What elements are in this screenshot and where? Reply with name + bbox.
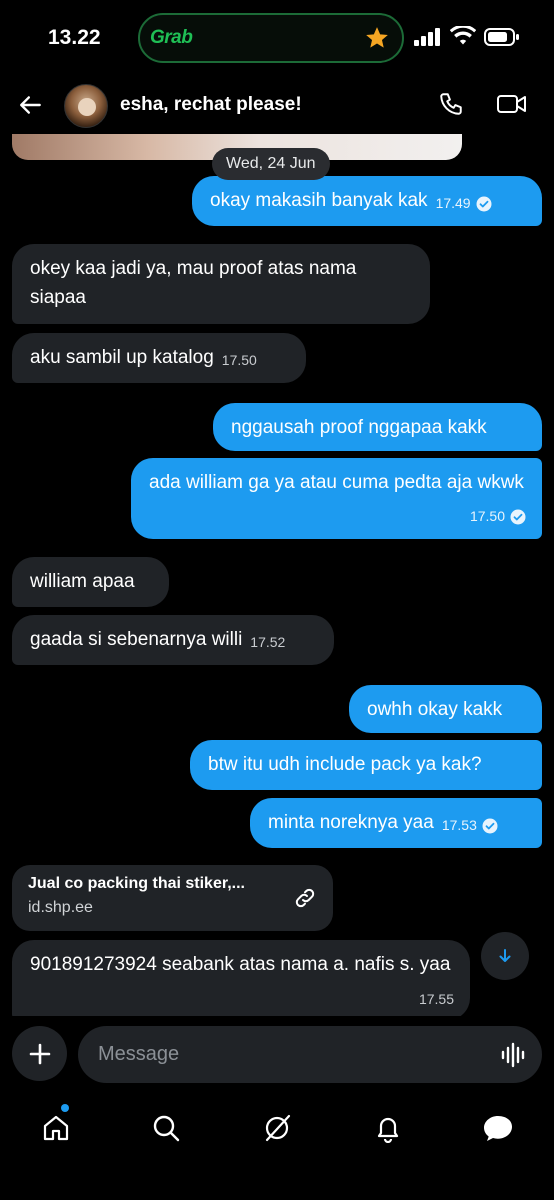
message-meta: 17.53 (442, 811, 498, 840)
message-time: 17.50 (469, 508, 505, 524)
link-preview-card[interactable]: Jual co packing thai stiker,... id.shp.e… (12, 865, 333, 931)
bell-icon (377, 1117, 399, 1143)
message-time: 17.55 (418, 991, 454, 1007)
home-icon (43, 1115, 69, 1141)
message-text: minta noreknya yaa (268, 812, 434, 833)
grok-icon (265, 1114, 291, 1142)
message-bubble-outgoing[interactable]: nggausah proof nggapaa kakk (213, 403, 542, 451)
phone-call-icon[interactable] (438, 91, 464, 117)
message-bubble-outgoing[interactable]: btw itu udh include pack ya kak? (190, 740, 542, 790)
back-arrow-icon[interactable] (18, 92, 44, 118)
bottom-tab-bar (0, 1096, 554, 1200)
message-composer (0, 1016, 554, 1096)
message-bubble-incoming[interactable]: 901891273924 seabank atas nama a. nafis … (12, 940, 470, 1016)
chat-title[interactable]: esha, rechat please! (120, 94, 302, 116)
message-bubble-outgoing[interactable]: ada william ga ya atau cuma pedta aja wk… (131, 458, 542, 539)
message-time: 17.53 (441, 817, 477, 833)
message-bubble-outgoing[interactable]: okay makasih banyak kak 17.49 (192, 176, 542, 226)
message-bubble-outgoing[interactable]: minta noreknya yaa 17.53 (250, 798, 542, 848)
voice-message-icon[interactable] (500, 1042, 528, 1068)
video-call-icon[interactable] (496, 92, 528, 116)
message-meta: 17.50 (470, 502, 526, 531)
read-check-icon (482, 818, 498, 833)
message-meta: 17.49 (436, 189, 492, 218)
message-bubble-outgoing[interactable]: owhh okay kakk (349, 685, 542, 733)
message-text: william apaa (30, 571, 135, 592)
message-bubble-incoming[interactable]: okey kaa jadi ya, mau proof atas nama si… (12, 244, 430, 324)
message-text: btw itu udh include pack ya kak? (208, 754, 482, 775)
message-text: okay makasih banyak kak (210, 190, 428, 211)
message-text: 901891273924 seabank atas nama a. nafis … (30, 954, 451, 975)
tab-messages[interactable] (480, 1110, 516, 1146)
search-icon (153, 1115, 180, 1142)
chat-header: esha, rechat please! (0, 78, 554, 134)
notification-dot (61, 1104, 69, 1112)
tab-grok[interactable] (259, 1110, 295, 1146)
message-text: owhh okay kakk (367, 699, 503, 720)
tab-notifications[interactable] (370, 1110, 406, 1146)
read-check-icon (510, 509, 526, 524)
message-text: nggausah proof nggapaa kakk (231, 417, 487, 438)
arrow-down-icon (499, 949, 511, 962)
message-list[interactable]: Wed, 24 Jun okay makasih banyak kak 17.49… (0, 0, 554, 1016)
plus-icon (29, 1043, 50, 1064)
link-title: Jual co packing thai stiker,... (28, 875, 245, 892)
avatar[interactable] (64, 84, 108, 128)
tab-home[interactable] (38, 1110, 74, 1146)
link-domain: id.shp.ee (28, 899, 93, 916)
add-attachment-button[interactable] (12, 1026, 67, 1081)
message-text: aku sambil up katalog (30, 347, 214, 368)
message-input[interactable] (78, 1026, 542, 1083)
message-time: 17.49 (435, 195, 471, 211)
message-time: 17.50 (221, 352, 257, 368)
message-text: okey kaa jadi ya, mau proof atas nama si… (30, 258, 357, 308)
date-separator: Wed, 24 Jun (212, 148, 330, 180)
message-text: ada william ga ya atau cuma pedta aja wk… (149, 472, 524, 493)
read-check-icon (476, 196, 492, 211)
scroll-to-bottom-button[interactable] (481, 932, 529, 980)
link-icon (295, 888, 315, 908)
chat-bubble-icon (484, 1116, 512, 1141)
message-bubble-incoming[interactable]: gaada si sebenarnya willi 17.52 (12, 615, 334, 665)
message-bubble-incoming[interactable]: william apaa (12, 557, 169, 607)
tab-search[interactable] (148, 1110, 184, 1146)
message-bubble-incoming[interactable]: aku sambil up katalog 17.50 (12, 333, 306, 383)
message-time: 17.52 (250, 634, 286, 650)
message-text: gaada si sebenarnya willi (30, 629, 243, 650)
